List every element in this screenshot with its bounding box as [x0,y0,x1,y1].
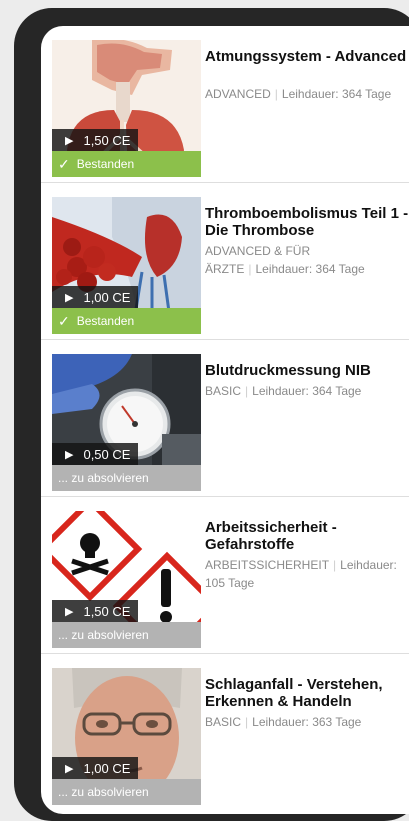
status-bar-pending: ... zu absolvieren [52,779,201,805]
ce-label: 1,50 CE [83,603,131,619]
course-category: ADVANCED [205,87,271,101]
course-meta: ARBEITSSICHERHEIT | Leihdauer: 105 Tage [205,558,397,590]
ce-badge: ▶ 1,50 CE [52,600,138,622]
course-loan-duration: Leihdauer: 364 Tage [281,87,392,101]
course-loan-duration: Leihdauer: 364 Tage [252,384,362,398]
course-thumbnail[interactable]: ▶ 1,50 CE ... zu absolvieren [52,511,201,648]
course-thumbnail[interactable]: ▶ 0,50 CE ... zu absolvieren [52,354,201,491]
course-loan-duration: Leihdauer: 364 Tage [255,262,365,276]
course-category: BASIC [205,384,242,398]
course-meta: BASIC | Leihdauer: 364 Tage [205,384,362,398]
course-card-atmungssystem[interactable]: ▶ 1,50 CE ✓ Bestanden Atmungssystem - Ad… [41,26,409,183]
play-icon: ▶ [65,291,74,304]
course-title[interactable]: Thromboembolismus Teil 1 - Die Thrombose [205,205,409,239]
checkmark-icon: ✓ [58,312,70,329]
status-label: Bestanden [76,157,135,171]
play-icon: ▶ [65,762,74,775]
course-card-schlaganfall[interactable]: ▶ 1,00 CE ... zu absolvieren Schlaganfal… [41,654,409,811]
course-meta: ADVANCED & FÜR ÄRZTE | Leihdauer: 364 Tage [205,244,365,276]
status-bar-passed: ✓ Bestanden [52,308,201,334]
ce-badge: ▶ 1,00 CE [52,286,138,308]
status-label: ... zu absolvieren [58,471,149,485]
play-icon: ▶ [65,448,74,461]
ce-label: 1,00 CE [83,760,131,776]
course-title[interactable]: Schlaganfall - Verstehen, Erkennen & Han… [205,676,409,710]
course-list: ▶ 1,50 CE ✓ Bestanden Atmungssystem - Ad… [41,26,409,814]
course-title[interactable]: Atmungssystem - Advanced [205,48,409,65]
status-bar-pending: ... zu absolvieren [52,622,201,648]
checkmark-icon: ✓ [58,155,70,172]
course-thumbnail[interactable]: ▶ 1,00 CE ... zu absolvieren [52,668,201,805]
ce-label: 0,50 CE [83,446,131,462]
play-icon: ▶ [65,605,74,618]
status-label: ... zu absolvieren [58,785,149,799]
play-icon: ▶ [65,134,74,147]
course-category: ARBEITSSICHERHEIT [205,558,330,572]
status-bar-passed: ✓ Bestanden [52,151,201,177]
status-label: Bestanden [76,314,135,328]
ce-label: 1,00 CE [83,289,131,305]
course-loan-duration: Leihdauer: 363 Tage [252,715,362,729]
course-title[interactable]: Blutdruckmessung NIB [205,362,409,379]
course-card-arbeitssicherheit[interactable]: ▶ 1,50 CE ... zu absolvieren Arbeitssich… [41,497,409,654]
course-card-thromboembolismus[interactable]: ▶ 1,00 CE ✓ Bestanden Thromboembolismus … [41,183,409,340]
course-title[interactable]: Arbeitssicherheit - Gefahrstoffe [205,519,409,553]
course-card-blutdruckmessung[interactable]: ▶ 0,50 CE ... zu absolvieren Blutdruckme… [41,340,409,497]
ce-badge: ▶ 0,50 CE [52,443,138,465]
ce-label: 1,50 CE [83,132,131,148]
course-thumbnail[interactable]: ▶ 1,00 CE ✓ Bestanden [52,197,201,334]
status-label: ... zu absolvieren [58,628,149,642]
status-bar-pending: ... zu absolvieren [52,465,201,491]
course-meta: BASIC | Leihdauer: 363 Tage [205,715,362,729]
course-category: BASIC [205,715,242,729]
ce-badge: ▶ 1,50 CE [52,129,138,151]
course-meta: ADVANCED | Leihdauer: 364 Tage [205,87,392,101]
course-thumbnail[interactable]: ▶ 1,50 CE ✓ Bestanden [52,40,201,177]
phone-frame: ▶ 1,50 CE ✓ Bestanden Atmungssystem - Ad… [14,8,409,821]
ce-badge: ▶ 1,00 CE [52,757,138,779]
